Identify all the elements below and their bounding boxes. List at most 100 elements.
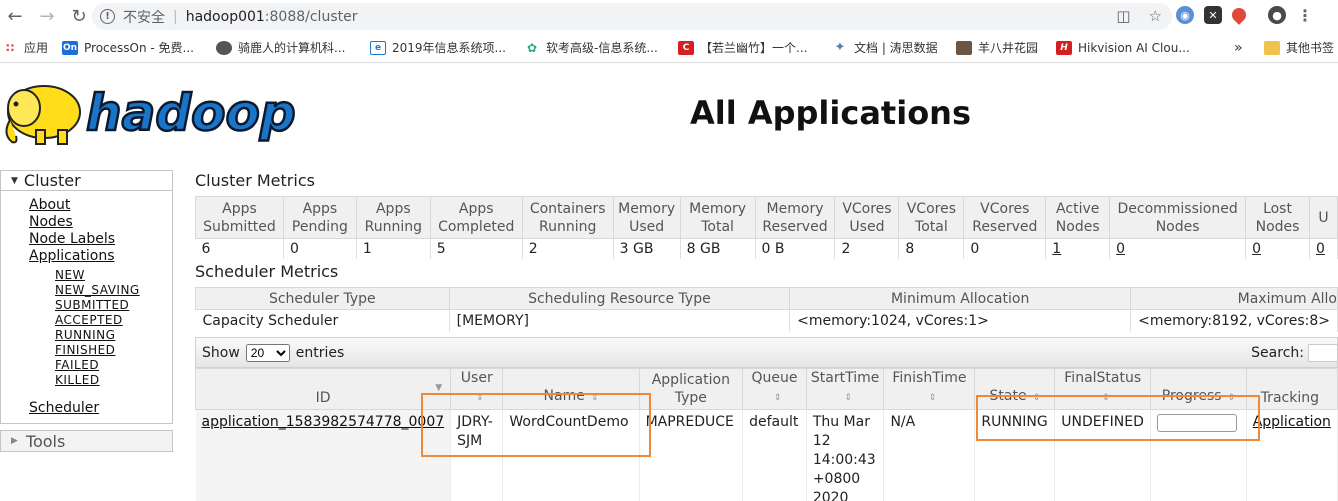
address-separator: | — [173, 8, 178, 25]
bookmark-hikvision[interactable]: H Hikvision AI Clou... — [1056, 40, 1190, 55]
unhealthy-nodes-value[interactable]: 0 — [1316, 241, 1325, 257]
bookmark-infosys-project[interactable]: e 2019年信息系统项... — [370, 39, 506, 56]
metric-header: Apps Submitted — [195, 196, 284, 239]
column-header-user[interactable]: User ⇕ — [450, 368, 504, 410]
metric-header: Active Nodes — [1045, 196, 1111, 239]
app-user: JDRY-SJM — [450, 409, 504, 501]
tracking-link[interactable]: Application — [1253, 414, 1331, 430]
column-header-starttime[interactable]: StartTime ⇕ — [805, 368, 885, 410]
extension-icon-2[interactable]: ✕ — [1204, 6, 1222, 24]
metric-active-nodes-link[interactable]: 1 — [1045, 238, 1111, 259]
column-header-application-type[interactable]: Application Type — [638, 368, 744, 410]
applications-header-row: ID ▼ User ⇕ Name ⇕ Application Type Queue ⇕ … — [195, 368, 1338, 410]
location-pin-icon[interactable] — [1229, 5, 1249, 25]
sidebar-link-applications[interactable]: Applications — [29, 248, 172, 265]
metric-unhealthy-nodes-link[interactable]: 0 — [1309, 238, 1338, 259]
sidebar-state-failed[interactable]: FAILED — [55, 358, 172, 373]
app-type: MAPREDUCE — [639, 409, 744, 501]
hadoop-logo[interactable]: hadoop — [2, 72, 302, 150]
sidebar-state-submitted[interactable]: SUBMITTED — [55, 298, 172, 313]
metric-memory-reserved: 0 B — [755, 238, 836, 259]
url-text[interactable]: hadoop001:8088/cluster — [186, 9, 358, 25]
metric-containers-running: 2 — [522, 238, 614, 259]
bookmark-star-icon[interactable]: ☆ — [1149, 7, 1162, 25]
sidebar-link-scheduler[interactable]: Scheduler — [29, 400, 172, 417]
metric-decommissioned-nodes-link[interactable]: 0 — [1109, 238, 1247, 259]
sidebar-state-running[interactable]: RUNNING — [55, 328, 172, 343]
bookmark-label: 软考高级-信息系统... — [546, 41, 658, 55]
column-header-state[interactable]: State ⇕ — [974, 368, 1056, 410]
profile-avatar-icon[interactable]: ● — [1268, 6, 1286, 24]
sidebar-state-killed[interactable]: KILLED — [55, 373, 172, 388]
sidebar-state-finished[interactable]: FINISHED — [55, 343, 172, 358]
sidebar-state-new[interactable]: NEW — [55, 268, 172, 283]
app-id-link[interactable]: application_1583982574778_0007 — [202, 414, 445, 430]
taos-icon: ✦ — [834, 40, 846, 55]
sort-icon: ⇕ — [928, 393, 937, 403]
logo-wordmark: hadoop — [86, 84, 296, 142]
address-bar[interactable]: ! 不安全 | hadoop001:8088/cluster ◫ ☆ — [92, 3, 1172, 30]
active-nodes-value[interactable]: 1 — [1052, 241, 1061, 257]
bookmark-apps[interactable]: ∷ 应用 — [2, 39, 48, 56]
translate-icon[interactable]: ◫ — [1116, 7, 1130, 25]
maximum-allocation: <memory:8192, vCores:8> — [1130, 309, 1338, 332]
metric-header: Apps Pending — [282, 196, 357, 239]
sidebar-link-node-labels[interactable]: Node Labels — [29, 231, 172, 248]
sidebar-link-about[interactable]: About — [29, 197, 172, 214]
header-label: Tracking — [1260, 390, 1319, 406]
page-size-select[interactable]: 20 — [245, 343, 290, 362]
forward-arrow-icon[interactable]: → — [34, 4, 60, 30]
bookmark-processon[interactable]: On ProcessOn - 免费... — [62, 39, 194, 56]
header-label: Name — [543, 388, 585, 404]
sidebar-state-new-saving[interactable]: NEW_SAVING — [55, 283, 172, 298]
column-header-finishtime[interactable]: FinishTime ⇕ — [883, 368, 976, 410]
app-queue: default — [742, 409, 807, 501]
processon-icon: On — [62, 40, 78, 55]
apps-grid-icon: ∷ — [5, 40, 15, 55]
bookmarks-overflow-label: » — [1234, 39, 1243, 56]
app-progress-cell — [1150, 409, 1247, 501]
column-header-queue[interactable]: Queue ⇕ — [742, 368, 807, 410]
column-header-finalstatus[interactable]: FinalStatus ⇕ — [1054, 368, 1152, 410]
metric-lost-nodes-link[interactable]: 0 — [1245, 238, 1310, 259]
bookmark-rider[interactable]: 骑鹿人的计算机科... — [216, 39, 345, 56]
menu-kebab-icon[interactable]: ⋮ — [1296, 6, 1314, 25]
bookmark-other[interactable]: 其他书签 — [1264, 39, 1334, 56]
app-finish-time: N/A — [883, 409, 976, 501]
column-header-name[interactable]: Name ⇕ — [502, 368, 640, 410]
expand-triangle-icon: ▼ — [11, 175, 18, 186]
cluster-label: Cluster — [23, 171, 81, 190]
bookmark-taos-docs[interactable]: ✦ 文档 | 涛思数据 — [832, 39, 938, 56]
back-arrow-icon[interactable]: ← — [2, 4, 28, 30]
column-header-tracking[interactable]: Tracking — [1245, 368, 1338, 410]
sort-icon: ⇕ — [1032, 393, 1041, 403]
sidebar-link-nodes[interactable]: Nodes — [29, 214, 172, 231]
metric-apps-running: 1 — [356, 238, 431, 259]
sidebar-state-accepted[interactable]: ACCEPTED — [55, 313, 172, 328]
sort-icon: ⇕ — [590, 393, 599, 403]
cluster-panel-header[interactable]: ▼ Cluster — [1, 171, 172, 191]
bookmark-yangbajing[interactable]: 羊八井花园 — [956, 39, 1038, 56]
column-header-id[interactable]: ID ▼ — [195, 368, 452, 410]
bookmark-ruankao[interactable]: ✿ 软考高级-信息系统... — [524, 39, 658, 56]
bookmark-ruolan[interactable]: C 【若兰幽竹】一个... — [678, 39, 807, 56]
metric-apps-pending: 0 — [283, 238, 357, 259]
extension-icon-1[interactable]: ◉ — [1176, 6, 1194, 24]
decommissioned-nodes-value[interactable]: 0 — [1116, 241, 1125, 257]
bookmarks-overflow-button[interactable]: » — [1234, 40, 1243, 56]
entries-label: entries — [295, 344, 345, 361]
column-header-progress[interactable]: Progress ⇕ — [1150, 368, 1247, 410]
bookmark-label: 骑鹿人的计算机科... — [238, 41, 346, 55]
metric-vcores-used: 2 — [834, 238, 900, 259]
cluster-metrics-title: Cluster Metrics — [195, 171, 315, 190]
search-input[interactable] — [1308, 344, 1338, 362]
metric-header: Memory Used — [612, 196, 681, 239]
tools-panel-header[interactable]: ▶ Tools — [0, 430, 173, 452]
lost-nodes-value[interactable]: 0 — [1252, 241, 1261, 257]
app-name: WordCountDemo — [502, 409, 640, 501]
cluster-panel: ▼ Cluster About Nodes Node Labels Applic… — [0, 170, 173, 424]
sort-desc-icon: ▼ — [435, 383, 443, 393]
header-label: Queue — [751, 370, 798, 386]
reload-icon[interactable]: ↻ — [66, 4, 92, 30]
header-label: FinalStatus — [1064, 370, 1142, 386]
